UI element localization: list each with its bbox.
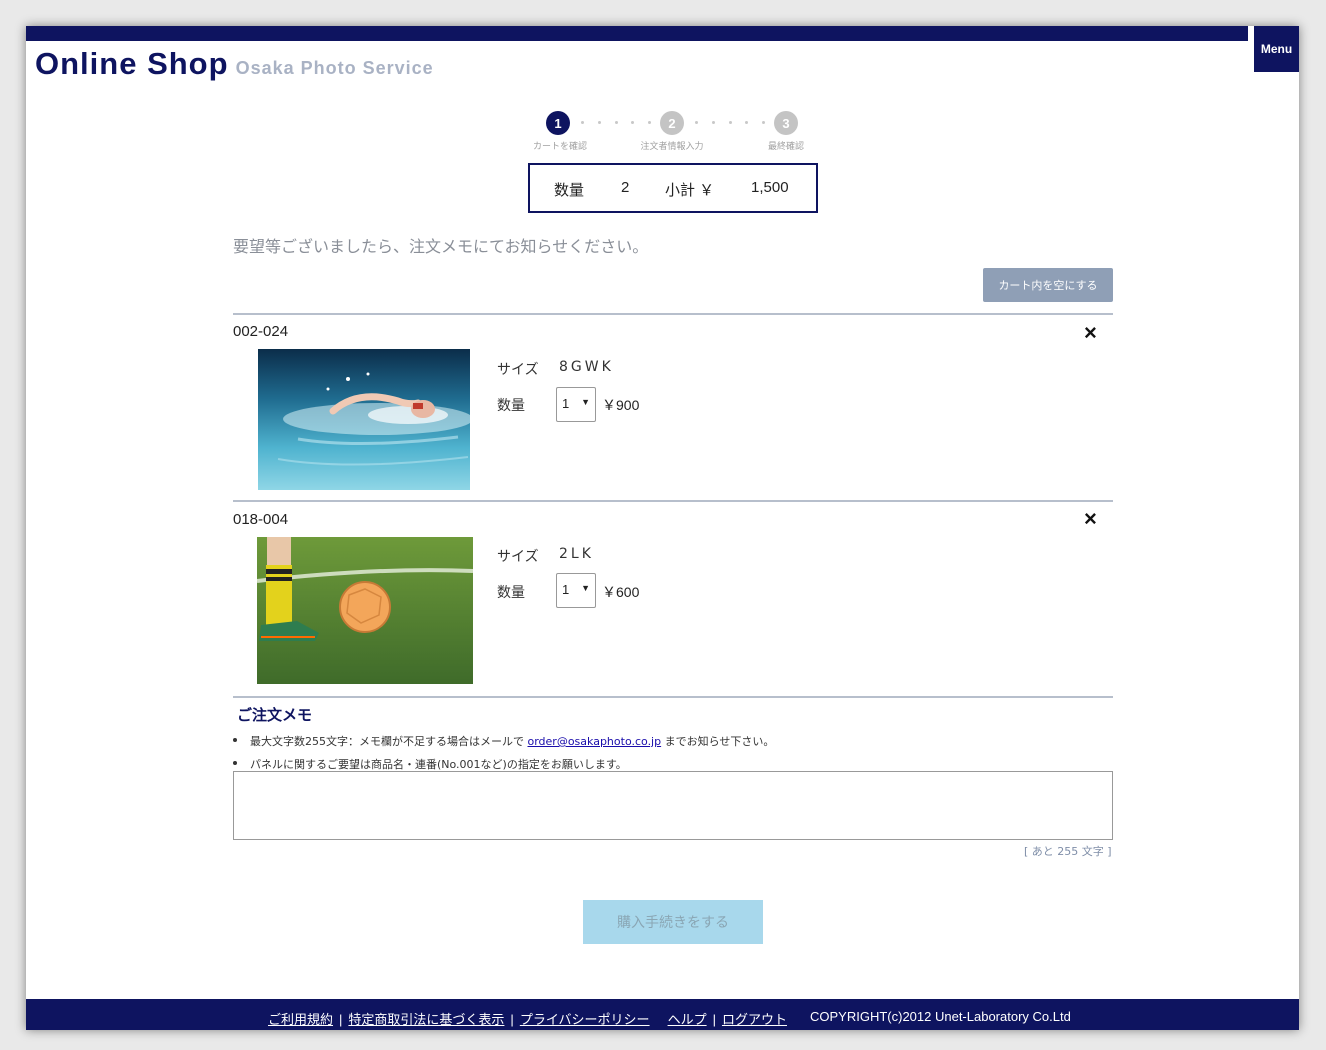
item-code: 002-024	[233, 323, 289, 340]
qty-label: 数量	[497, 398, 525, 414]
memo-title: ご注文メモ	[237, 706, 313, 724]
step-connector	[695, 121, 765, 125]
commerce-law-link[interactable]: 特定商取引法に基づく表示	[348, 1012, 504, 1027]
logo-subtitle: Osaka Photo Service	[235, 58, 434, 78]
checkout-steps: 1 2 3 カートを確認 注文者情報入力 最終確認	[526, 111, 816, 153]
memo-divider	[233, 696, 1113, 698]
site-logo[interactable]: Online Shop Osaka Photo Service	[35, 46, 434, 82]
menu-button[interactable]: Menu	[1254, 26, 1299, 72]
item-code: 018-004	[233, 511, 289, 528]
logout-link[interactable]: ログアウト	[722, 1012, 787, 1027]
footer-links: ご利用規約 | 特定商取引法に基づく表示 | プライバシーポリシー ヘルプ | ログアウト	[268, 1012, 787, 1027]
size-label: サイズ	[497, 362, 539, 378]
dropdown-arrow-icon: ▼	[581, 397, 590, 407]
summary-subtotal-label: 小計 ￥	[665, 182, 715, 199]
terms-link[interactable]: ご利用規約	[268, 1012, 333, 1027]
item-divider	[233, 313, 1113, 315]
remove-item-icon[interactable]: ×	[1084, 508, 1097, 530]
email-link[interactable]: order@osakaphoto.co.jp	[528, 735, 662, 748]
qty-select-value: 1	[562, 582, 570, 597]
step-3-circle: 3	[774, 111, 798, 135]
memo-note: 最大文字数255文字：メモ欄が不足する場合はメールで order@osakaph…	[233, 733, 774, 749]
browser-window: Menu Online Shop Osaka Photo Service 1 2…	[26, 26, 1299, 1030]
remove-item-icon[interactable]: ×	[1084, 322, 1097, 344]
memo-notice: 要望等ございましたら、注文メモにてお知らせください。	[233, 237, 649, 256]
qty-label: 数量	[497, 585, 525, 601]
empty-cart-button[interactable]: カート内を空にする	[983, 268, 1113, 302]
soccer-ball-photo[interactable]	[257, 537, 473, 684]
dropdown-arrow-icon: ▼	[581, 583, 590, 593]
item-divider	[233, 500, 1113, 502]
item-price: ￥900	[602, 397, 640, 413]
cart-summary: 数量 2 小計 ￥ 1,500	[528, 163, 818, 213]
logo-title: Online Shop	[35, 46, 229, 81]
proceed-to-checkout-button[interactable]: 購入手続きをする	[583, 900, 763, 944]
size-value: 8GWK	[559, 359, 614, 375]
memo-char-counter: [ あと 255 文字 ]	[1024, 845, 1112, 858]
qty-select-value: 1	[562, 396, 570, 411]
help-link[interactable]: ヘルプ	[668, 1012, 707, 1027]
step-2-circle: 2	[660, 111, 684, 135]
memo-note: パネルに関するご要望は商品名・連番(No.001など)の指定をお願いします。	[233, 756, 774, 772]
step-2-label: 注文者情報入力	[640, 142, 704, 152]
step-1-circle: 1	[546, 111, 570, 135]
top-bar	[26, 26, 1248, 41]
step-connector	[581, 121, 651, 125]
swimmer-photo[interactable]	[258, 349, 470, 490]
summary-qty-value: 2	[621, 179, 630, 196]
size-label: サイズ	[497, 549, 539, 565]
step-1-label: カートを確認	[532, 142, 588, 152]
memo-textarea[interactable]	[233, 771, 1113, 840]
item-price: ￥600	[602, 584, 640, 600]
summary-subtotal-value: 1,500	[751, 179, 789, 196]
footer: ご利用規約 | 特定商取引法に基づく表示 | プライバシーポリシー ヘルプ | ログアウト C…	[26, 999, 1299, 1030]
qty-select[interactable]: 1 ▼	[556, 573, 596, 608]
step-3-label: 最終確認	[767, 142, 805, 152]
summary-qty-label: 数量	[554, 182, 585, 199]
qty-select[interactable]: 1 ▼	[556, 387, 596, 422]
size-value: 2LK	[559, 546, 594, 562]
copyright: COPYRIGHT(c)2012 Unet-Laboratory Co.Ltd	[810, 1009, 1071, 1024]
privacy-policy-link[interactable]: プライバシーポリシー	[520, 1012, 650, 1027]
